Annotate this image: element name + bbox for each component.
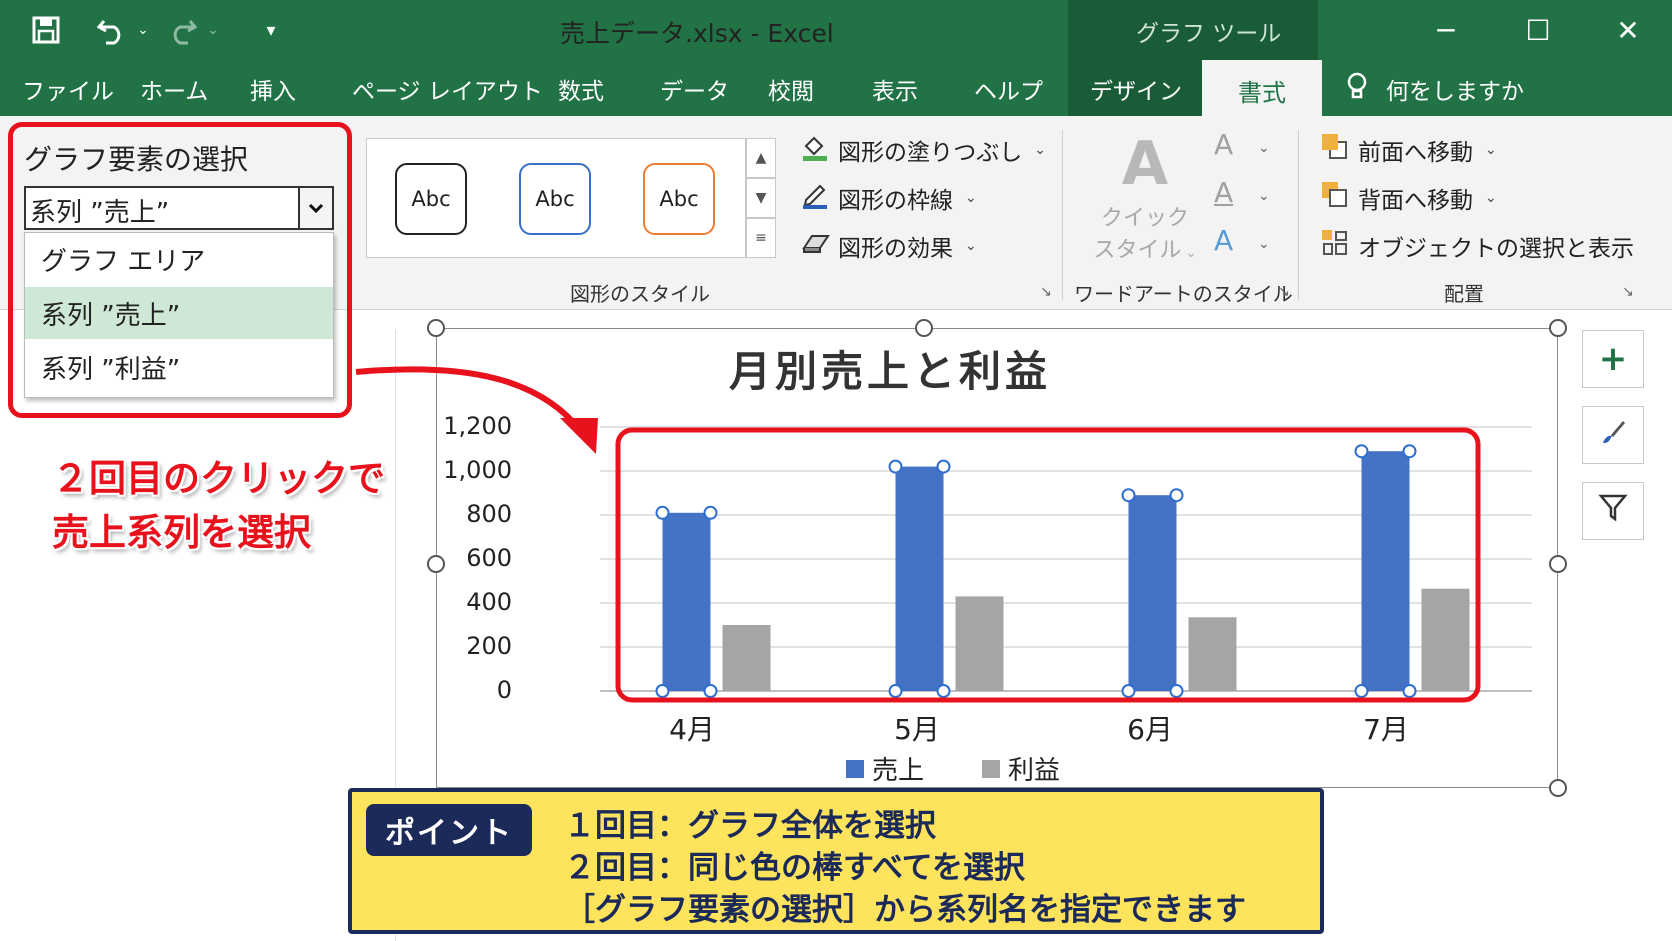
bar-selection-handle [1169,488,1184,503]
bar-selection-handle [1402,684,1417,698]
bar-selection-handle [936,684,951,698]
bar-sales[interactable] [662,512,711,691]
bar-selection-handle [655,684,670,698]
bar-sales[interactable] [1128,495,1177,691]
point-line-1: １回目：グラフ全体を選択 [564,808,936,844]
bar-selection-handle [1354,684,1369,698]
bar-selection-handle [888,459,903,474]
chart-resize-handle[interactable] [1549,779,1567,797]
bar-selection-handle [655,505,670,520]
bar-profit[interactable] [722,625,771,691]
point-badge: ポイント [366,804,532,856]
bar-profit[interactable] [1421,588,1470,691]
bar-profit[interactable] [1188,617,1237,691]
bar-selection-handle [703,505,718,520]
bar-selection-handle [1402,444,1417,459]
chart-elements-button[interactable]: + [1582,330,1644,388]
bar-selection-handle [703,684,718,698]
chart-resize-handle[interactable] [427,319,445,337]
filter-icon [1598,491,1628,531]
chart-styles-button[interactable] [1582,406,1644,464]
callout-arrow [355,366,583,432]
bar-selection-handle [1121,488,1136,503]
bar-selection-handle [888,684,903,698]
bar-sales[interactable] [1361,451,1410,691]
chart-resize-handle[interactable] [1549,555,1567,573]
chart-resize-handle[interactable] [1549,319,1567,337]
bar-selection-handle [1169,684,1184,698]
point-line-3: ［グラフ要素の選択］から系列名を指定できます [564,892,1246,928]
callout-arrowhead [560,418,598,454]
brush-icon [1597,415,1629,456]
bar-sales[interactable] [895,466,944,691]
chart-filters-button[interactable] [1582,482,1644,540]
bar-selection-handle [936,459,951,474]
point-line-2: ２回目：同じ色の棒すべてを選択 [564,850,1025,886]
bar-profit[interactable] [955,596,1004,691]
chart-resize-handle[interactable] [427,555,445,573]
bar-selection-handle [1354,444,1369,459]
bar-selection-handle [1121,684,1136,698]
chart-resize-handle[interactable] [915,319,933,337]
